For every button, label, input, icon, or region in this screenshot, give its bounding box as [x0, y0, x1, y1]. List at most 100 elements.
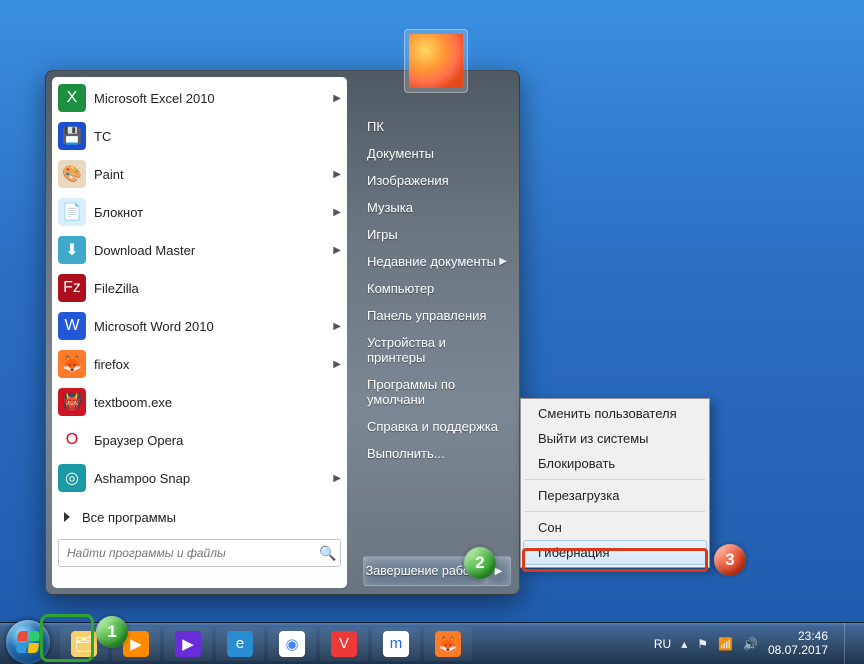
ie-icon: e	[227, 631, 253, 657]
clock[interactable]: 23:46 08.07.2017	[768, 630, 828, 658]
program-item[interactable]: O Браузер Opera	[54, 421, 345, 459]
chevron-right-icon: ▶	[333, 473, 341, 484]
power-menu-item[interactable]: Сон	[523, 515, 707, 540]
windows-logo-icon	[16, 631, 40, 653]
annotation-ring-1	[40, 614, 94, 662]
places-item[interactable]: Компьютер	[361, 275, 513, 302]
system-tray: RU ▴ ⚑ 📶 🔊 23:46 08.07.2017	[654, 623, 858, 664]
program-label: Download Master	[94, 243, 195, 258]
vivaldi-icon: V	[331, 631, 357, 657]
program-item[interactable]: ◎ Ashampoo Snap ▶	[54, 459, 345, 497]
annotation-marker-1: 1	[96, 616, 128, 648]
taskbar: 🗂▶▶e◉Vm🦊 RU ▴ ⚑ 📶 🔊 23:46 08.07.2017	[0, 622, 864, 664]
annotation-marker-3: 3	[714, 544, 746, 576]
media-icon: ▶	[175, 631, 201, 657]
program-item[interactable]: 👹 textboom.exe	[54, 383, 345, 421]
program-label: Microsoft Excel 2010	[94, 91, 215, 106]
search-box[interactable]: 🔍	[58, 539, 341, 567]
places-item[interactable]: Документы	[361, 140, 513, 167]
show-desktop-button[interactable]	[844, 623, 854, 664]
program-item[interactable]: X Microsoft Excel 2010 ▶	[54, 79, 345, 117]
places-item[interactable]: Панель управления	[361, 302, 513, 329]
taskbar-button-ie[interactable]: e	[216, 627, 264, 661]
tray-chevron-icon[interactable]: ▴	[681, 637, 687, 651]
program-label: Paint	[94, 167, 124, 182]
search-icon: 🔍	[316, 545, 340, 562]
network-icon[interactable]: 📶	[718, 637, 733, 651]
program-item[interactable]: 🎨 Paint ▶	[54, 155, 345, 193]
places-item[interactable]: Программы по умолчани	[361, 371, 513, 413]
programs-pane: X Microsoft Excel 2010 ▶ 💾 TC 🎨 Paint ▶ 📄 Блокнот…	[52, 77, 347, 588]
taskbar-button-firefox[interactable]: 🦊	[424, 627, 472, 661]
program-icon: O	[58, 426, 86, 454]
program-icon: ⬇	[58, 236, 86, 264]
program-label: Ashampoo Snap	[94, 471, 190, 486]
program-icon: X	[58, 84, 86, 112]
user-avatar-frame	[404, 29, 468, 93]
places-item[interactable]: Игры	[361, 221, 513, 248]
chevron-right-icon: ▶	[499, 256, 507, 267]
power-menu-item[interactable]: Перезагрузка	[523, 483, 707, 508]
triangle-icon	[64, 512, 70, 522]
program-icon: 📄	[58, 198, 86, 226]
user-avatar[interactable]	[409, 34, 463, 88]
all-programs-label: Все программы	[82, 510, 176, 525]
chevron-right-icon: ▶	[333, 245, 341, 256]
programs-list: X Microsoft Excel 2010 ▶ 💾 TC 🎨 Paint ▶ 📄 Блокнот…	[52, 77, 347, 497]
places-item[interactable]: Недавние документы▶	[361, 248, 513, 275]
program-label: Microsoft Word 2010	[94, 319, 214, 334]
power-options-menu: Сменить пользователяВыйти из системыБлок…	[520, 398, 710, 568]
firefox-icon: 🦊	[435, 631, 461, 657]
program-label: firefox	[94, 357, 129, 372]
chevron-right-icon: ▶	[333, 169, 341, 180]
volume-icon[interactable]: 🔊	[743, 637, 758, 651]
program-icon: 💾	[58, 122, 86, 150]
maxthon-icon: m	[383, 631, 409, 657]
program-item[interactable]: 💾 TC	[54, 117, 345, 155]
chevron-right-icon: ▶	[333, 321, 341, 332]
program-icon: W	[58, 312, 86, 340]
places-item[interactable]: Музыка	[361, 194, 513, 221]
places-pane: ПК ДокументыИзображенияМузыкаИгрыНедавни…	[353, 71, 519, 594]
search-input[interactable]	[59, 546, 316, 560]
user-name[interactable]: ПК	[361, 113, 513, 140]
program-icon: ◎	[58, 464, 86, 492]
start-menu: X Microsoft Excel 2010 ▶ 💾 TC 🎨 Paint ▶ 📄 Блокнот…	[45, 70, 520, 595]
places-item[interactable]: Справка и поддержка	[361, 413, 513, 440]
menu-separator	[525, 511, 705, 512]
power-menu-item[interactable]: Выйти из системы	[523, 426, 707, 451]
program-item[interactable]: 📄 Блокнот ▶	[54, 193, 345, 231]
program-item[interactable]: W Microsoft Word 2010 ▶	[54, 307, 345, 345]
taskbar-button-vivaldi[interactable]: V	[320, 627, 368, 661]
taskbar-button-maxthon[interactable]: m	[372, 627, 420, 661]
program-label: textboom.exe	[94, 395, 172, 410]
power-menu-item[interactable]: Сменить пользователя	[523, 401, 707, 426]
chrome-icon: ◉	[279, 631, 305, 657]
program-icon: 🦊	[58, 350, 86, 378]
annotation-marker-2: 2	[464, 547, 496, 579]
all-programs[interactable]: Все программы	[56, 501, 343, 533]
language-indicator[interactable]: RU	[654, 637, 671, 651]
program-label: TC	[94, 129, 111, 144]
action-center-icon[interactable]: ⚑	[697, 637, 708, 651]
program-icon: 🎨	[58, 160, 86, 188]
places-item[interactable]: Устройства и принтеры	[361, 329, 513, 371]
program-item[interactable]: Fz FileZilla	[54, 269, 345, 307]
program-label: Блокнот	[94, 205, 143, 220]
menu-separator	[525, 479, 705, 480]
program-icon: Fz	[58, 274, 86, 302]
taskbar-button-media[interactable]: ▶	[164, 627, 212, 661]
program-icon: 👹	[58, 388, 86, 416]
power-menu-item[interactable]: Блокировать	[523, 451, 707, 476]
program-item[interactable]: ⬇ Download Master ▶	[54, 231, 345, 269]
places-item[interactable]: Изображения	[361, 167, 513, 194]
chevron-right-icon: ▶	[333, 207, 341, 218]
taskbar-button-chrome[interactable]: ◉	[268, 627, 316, 661]
chevron-right-icon: ▶	[333, 93, 341, 104]
program-label: Браузер Opera	[94, 433, 183, 448]
chevron-right-icon: ▶	[333, 359, 341, 370]
program-label: FileZilla	[94, 281, 139, 296]
annotation-ring-3	[522, 548, 708, 572]
program-item[interactable]: 🦊 firefox ▶	[54, 345, 345, 383]
places-item[interactable]: Выполнить...	[361, 440, 513, 467]
